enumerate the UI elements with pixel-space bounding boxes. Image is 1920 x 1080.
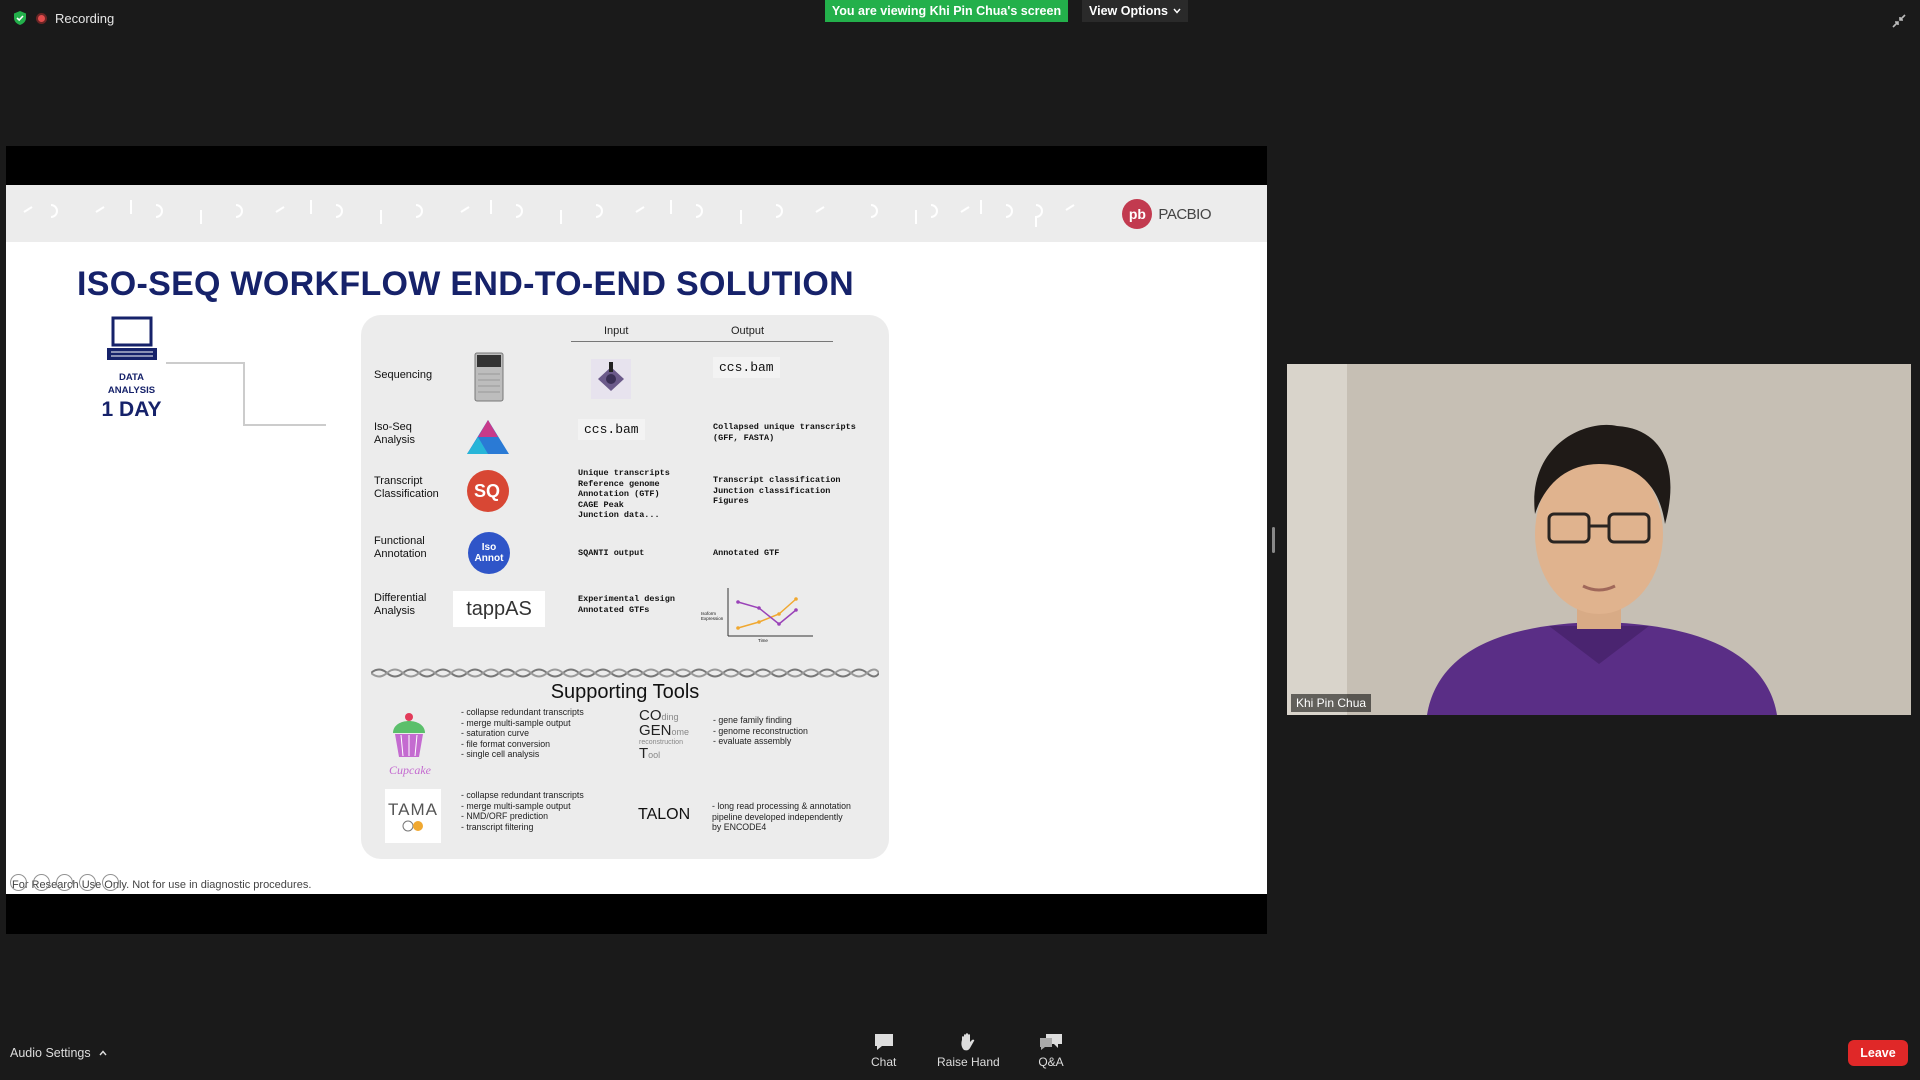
talon-wordmark: TALON [638,806,691,823]
row-label-functional-annotation: Functional Annotation [374,535,427,560]
input-column-header: Input [604,325,629,337]
decorative-glyph-pattern [23,200,1075,227]
svg-text:SQ: SQ [474,481,500,501]
cogent-bullets: - gene family finding - genome reconstru… [713,715,808,747]
tama-bullets: - collapse redundant transcripts - merge… [461,790,584,832]
slide-navigation-controls[interactable] [10,874,119,891]
qa-icon [1040,1034,1062,1050]
chat-label: Chat [871,1055,897,1069]
recording-dot-icon [36,12,47,24]
chevron-up-icon [99,1050,107,1056]
pacbio-logo-mark: pb [1122,199,1153,229]
chart-icon-xlabel: Time [758,638,768,643]
smrt-cell-icon [591,359,631,399]
exit-fullscreen-icon[interactable] [1890,12,1908,30]
presentation-slide: pb PACBIO ISO-SEQ WORKFLOW END-TO-END SO… [6,185,1267,894]
connector-line [166,362,326,426]
sequencing-output-chip: ccs.bam [713,357,780,378]
duration-label: 1 DAY [101,398,162,421]
header-underline [571,341,833,342]
shield-icon [14,11,26,25]
participant-name-label: Khi Pin Chua [1291,694,1372,712]
raise-hand-label: Raise Hand [937,1055,1000,1069]
viewing-screen-banner: You are viewing Khi Pin Chua's screen [825,0,1068,22]
data-analysis-label-line2: ANALYSIS [107,385,156,396]
row-label-sequencing: Sequencing [374,369,433,381]
qa-label: Q&A [1038,1055,1064,1069]
laptop-icon [106,316,157,360]
participant-video[interactable]: Khi Pin Chua [1287,364,1911,715]
cupcake-bullets: - collapse redundant transcripts - merge… [461,707,584,760]
audio-settings-button[interactable]: Audio Settings [10,1046,107,1060]
differential-analysis-input-text: Experimental design Annotated GTFs [578,594,675,615]
talon-bullets: - long read processing & annotation pipe… [712,801,851,833]
audio-settings-label: Audio Settings [10,1046,91,1060]
qa-button[interactable]: Q&A [1038,1032,1064,1069]
isoseq-output-text: Collapsed unique transcripts (GFF, FASTA… [713,422,856,443]
view-options-button[interactable]: View Options [1082,0,1188,22]
tama-logo-glyph-icon [402,820,423,832]
chart-icon-ylabel: Isoform Expression [701,611,724,621]
tappas-logo: tappAS [453,591,545,627]
shared-screen: pb PACBIO ISO-SEQ WORKFLOW END-TO-END SO… [6,146,1267,934]
panel-resize-handle[interactable] [1272,527,1275,553]
isoseq-input-chip: ccs.bam [578,419,645,440]
data-analysis-label-line1: DATA [119,372,144,383]
recording-indicator[interactable]: Recording [12,10,114,26]
participant-video-frame [1287,364,1911,715]
output-column-header: Output [731,325,765,337]
leave-button[interactable]: Leave [1848,1040,1908,1066]
menu-icon[interactable] [79,874,96,891]
row-label-transcript-classification: Transcript Classification [374,475,439,500]
chat-button[interactable]: Chat [871,1032,896,1069]
view-options-label: View Options [1089,4,1168,18]
slide-header-banner: pb PACBIO [6,185,1267,242]
pen-icon[interactable] [33,874,50,891]
row-label-isoseq: Iso-Seq Analysis [374,421,415,446]
zoom-icon[interactable] [56,874,73,891]
supporting-tools-title: Supporting Tools [550,681,700,703]
cupcake-logo-icon [393,713,425,757]
recording-label: Recording [55,10,115,26]
transcript-classification-output-text: Transcript classification Junction class… [713,475,841,506]
dna-strand-divider [371,668,879,678]
chat-icon [874,1034,893,1050]
raise-hand-icon [961,1033,975,1051]
tama-logo: TAMA [385,789,441,843]
slide-title: ISO-SEQ WORKFLOW END-TO-END SOLUTION [77,265,855,303]
row-label-differential-analysis: Differential Analysis [374,592,427,617]
chevron-down-icon [1173,8,1181,14]
isoannot-logo-icon: Iso Annot [468,532,510,574]
next-slide-icon[interactable] [102,874,119,891]
pacbio-logo: pb PACBIO [1122,199,1211,229]
functional-annotation-output-text: Annotated GTF [713,548,780,558]
data-analysis-block: DATA ANALYSIS 1 DAY [94,315,169,422]
cogent-logo: COding GENome reconstruction Tool [639,707,690,762]
functional-annotation-input-text: SQANTI output [578,548,645,558]
pacbio-wordmark: PACBIO [1158,205,1211,223]
isoseq-triangle-icon [467,420,509,454]
workflow-panel: Input Output Sequencing ccs.bam Iso-Seq … [361,315,889,859]
sqanti-logo-icon: SQ [467,470,509,512]
previous-slide-icon[interactable] [10,874,27,891]
raise-hand-button[interactable]: Raise Hand [937,1032,1000,1069]
transcript-classification-input-text: Unique transcripts Reference genome Anno… [578,468,670,520]
sequencer-icon [474,352,504,402]
cupcake-wordmark: Cupcake [389,763,431,777]
